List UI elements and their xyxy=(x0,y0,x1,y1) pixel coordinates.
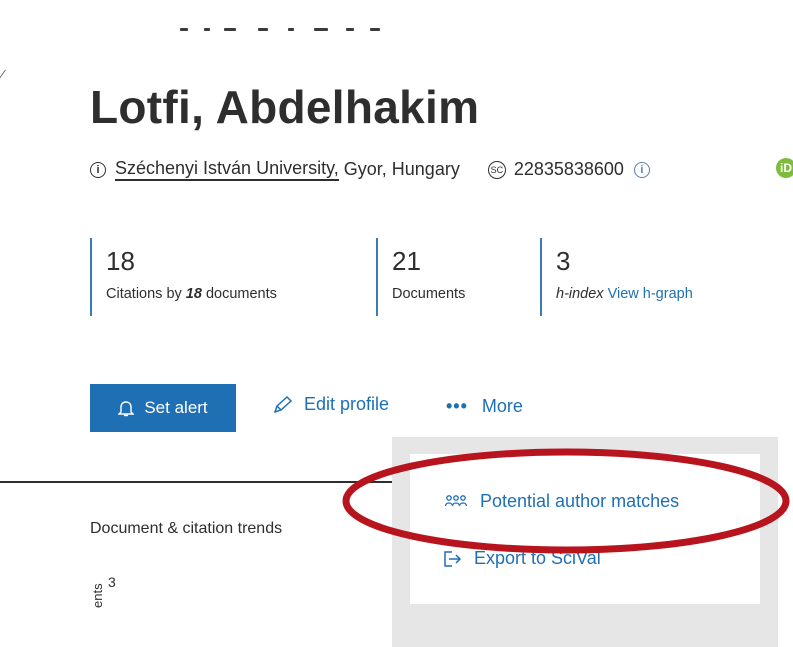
view-h-graph-link[interactable]: View h-graph xyxy=(608,286,693,302)
documents-value: 21 xyxy=(392,246,421,276)
cropped-text-fragment xyxy=(180,22,390,36)
author-id-info-icon[interactable]: i xyxy=(633,161,650,178)
scopus-id-icon: SC xyxy=(487,160,506,179)
citations-metric[interactable]: 18 Citations by 18 documents xyxy=(90,238,356,316)
cropped-edge-mark xyxy=(0,70,20,84)
y-axis-label: ents xyxy=(90,583,105,608)
trends-title: Document & citation trends xyxy=(90,520,283,537)
documents-label: Documents xyxy=(392,286,466,302)
more-button[interactable]: ••• More xyxy=(446,396,523,417)
set-alert-label: Set alert xyxy=(144,398,208,417)
people-group-icon xyxy=(444,494,468,506)
set-alert-button[interactable]: Set alert xyxy=(90,384,236,432)
menu-item-potential-author-matches[interactable]: Potential author matches xyxy=(444,491,679,512)
export-icon xyxy=(444,550,462,567)
affiliation-row: i Széchenyi István University, Gyor, Hun… xyxy=(90,158,650,181)
h-index-label: h-index View h-graph xyxy=(556,286,693,302)
section-divider xyxy=(0,481,420,483)
more-dropdown-menu: Potential author matches Export to SciVa… xyxy=(410,454,760,604)
edit-profile-button[interactable]: Edit profile xyxy=(272,394,389,415)
author-id: 22835838600 xyxy=(513,159,624,179)
orcid-icon[interactable]: iD xyxy=(776,158,793,178)
author-name: Lotfi, Abdelhakim xyxy=(90,81,480,133)
pencil-icon xyxy=(273,395,293,413)
affiliation-location: Gyor, Hungary xyxy=(338,159,460,179)
info-icon[interactable]: i xyxy=(90,161,106,178)
citations-label: Citations by 18 documents xyxy=(106,286,277,302)
more-label: More xyxy=(481,396,523,416)
menu-item-label: Potential author matches xyxy=(480,491,680,511)
edit-profile-label: Edit profile xyxy=(304,394,390,414)
y-axis-tick: 3 xyxy=(108,574,116,590)
documents-metric[interactable]: 21 Documents xyxy=(376,238,522,316)
affiliation-link[interactable]: Széchenyi István University, xyxy=(115,158,339,181)
bell-icon xyxy=(118,400,135,416)
h-index-metric: 3 h-index View h-graph xyxy=(540,238,793,316)
menu-item-export-to-scival[interactable]: Export to SciVal xyxy=(444,548,601,569)
citations-value: 18 xyxy=(106,246,135,276)
h-index-value: 3 xyxy=(556,246,571,276)
menu-item-label: Export to SciVal xyxy=(474,548,601,568)
more-dots-icon: ••• xyxy=(446,396,468,416)
